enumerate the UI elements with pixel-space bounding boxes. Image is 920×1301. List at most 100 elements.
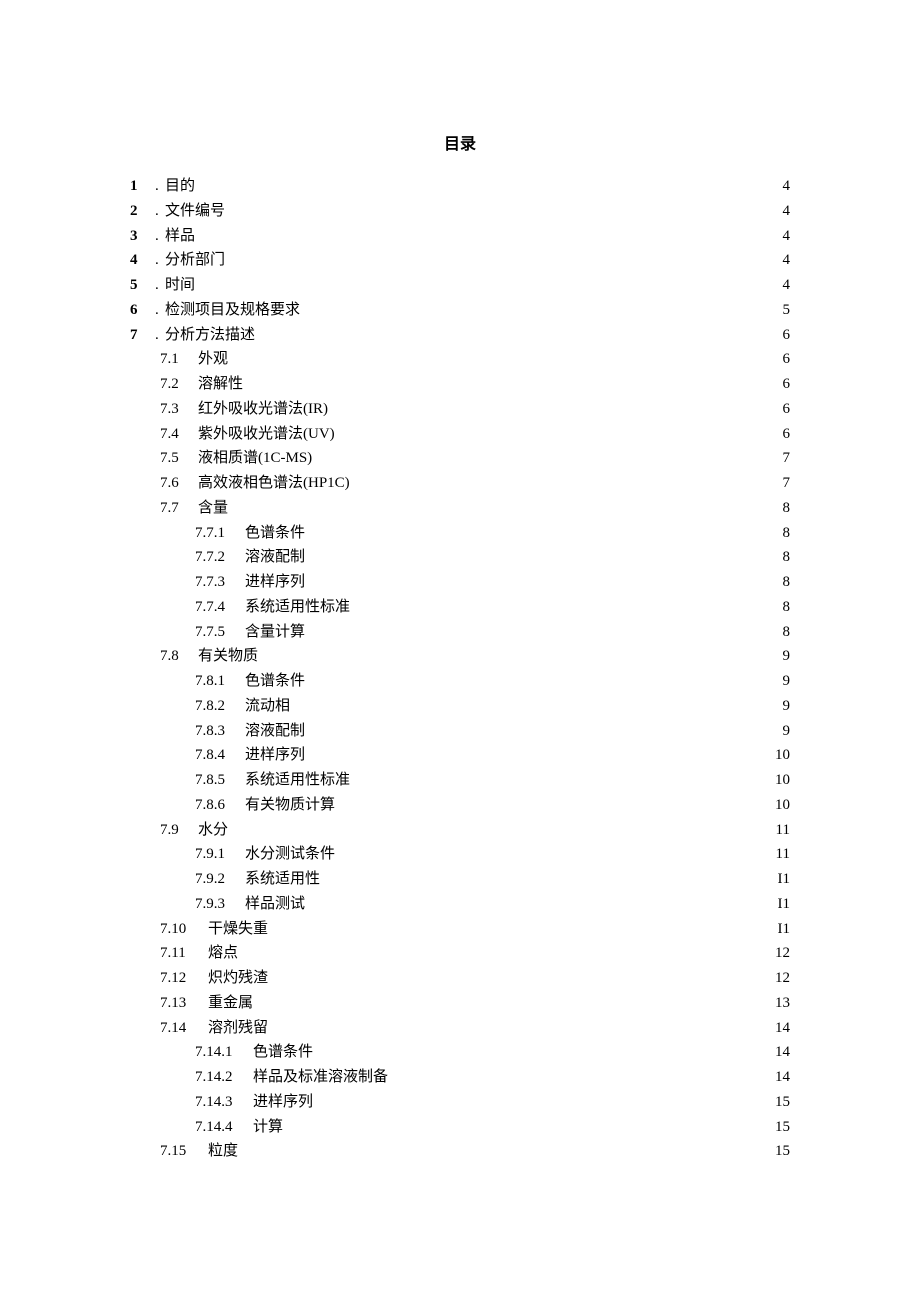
toc-page-number: 15 — [770, 1139, 790, 1164]
toc-title: 目录 — [130, 130, 790, 154]
toc-l2-number: 7.9 — [160, 818, 198, 843]
toc-l3-text: 进样序列 — [253, 1090, 313, 1115]
toc-row-l2: 7.3红外吸收光谱法(IR)6 — [130, 397, 790, 422]
toc-row-l3: 7.7.2溶液配制8 — [130, 545, 790, 570]
toc-row-l2: 7.14溶剂残留14 — [130, 1016, 790, 1041]
toc-l2-text: 液相质谱(1C-MS) — [198, 446, 312, 471]
toc-l2-number: 7.11 — [160, 941, 208, 966]
toc-l3-number: 7.9.3 — [195, 892, 245, 917]
toc-l3-text: 系统适用性 — [245, 867, 320, 892]
toc-l3-text: 样品及标准溶液制备 — [253, 1065, 388, 1090]
toc-l3-text: 系统适用性标准 — [245, 768, 350, 793]
toc-row-l3: 7.8.4进样序列10 — [130, 743, 790, 768]
toc-l2-text: 有关物质 — [198, 644, 258, 669]
toc-row-l2: 7.12炽灼残渣12 — [130, 966, 790, 991]
toc-page-number: 4 — [770, 199, 790, 224]
toc-l2-text: 粒度 — [208, 1139, 238, 1164]
toc-row-l3: 7.7.3进样序列8 — [130, 570, 790, 595]
toc-row-l2: 7.9水分11 — [130, 818, 790, 843]
toc-page-number: 13 — [770, 991, 790, 1016]
toc-dot: . — [155, 323, 165, 348]
toc-page-number: 7 — [770, 471, 790, 496]
toc-row-l2: 7.11熔点12 — [130, 941, 790, 966]
toc-row-l3: 7.14.1色谱条件14 — [130, 1040, 790, 1065]
toc-l2-number: 7.10 — [160, 917, 208, 942]
toc-l2-text: 重金属 — [208, 991, 253, 1016]
toc-page-number: 8 — [770, 595, 790, 620]
toc-l2-number: 7.5 — [160, 446, 198, 471]
toc-page-number: 7 — [770, 446, 790, 471]
toc-row-l3: 7.9.3样品测试I1 — [130, 892, 790, 917]
toc-page-number: 4 — [770, 174, 790, 199]
toc-l1-text: 分析部门 — [165, 248, 225, 273]
toc-page-number: 6 — [770, 422, 790, 447]
toc-l2-text: 紫外吸收光谱法(UV) — [198, 422, 335, 447]
toc-row-l2: 7.4紫外吸收光谱法(UV)6 — [130, 422, 790, 447]
toc-dot: . — [155, 248, 165, 273]
toc-l3-number: 7.9.2 — [195, 867, 245, 892]
toc-l1-number: 7 — [130, 323, 155, 348]
toc-l3-number: 7.7.4 — [195, 595, 245, 620]
toc-l3-text: 溶液配制 — [245, 719, 305, 744]
toc-l2-text: 溶解性 — [198, 372, 243, 397]
toc-row-l3: 7.9.1水分测试条件11 — [130, 842, 790, 867]
toc-row-l2: 7.1外观6 — [130, 347, 790, 372]
toc-l3-number: 7.14.3 — [195, 1090, 253, 1115]
toc-row-l3: 7.7.5含量计算8 — [130, 620, 790, 645]
toc-dot: . — [155, 224, 165, 249]
toc-l2-number: 7.2 — [160, 372, 198, 397]
toc-page-number: 4 — [770, 273, 790, 298]
table-of-contents: 1. 目的42.文件编号43.样品44.分析部门45.时间46.检测项目及规格要… — [130, 174, 790, 1164]
toc-l3-number: 7.8.2 — [195, 694, 245, 719]
toc-page-number: 11 — [770, 818, 790, 843]
toc-l3-number: 7.7.2 — [195, 545, 245, 570]
toc-page-number: 6 — [770, 372, 790, 397]
toc-l3-number: 7.8.1 — [195, 669, 245, 694]
toc-row-l3: 7.8.3溶液配制9 — [130, 719, 790, 744]
toc-l3-number: 7.14.2 — [195, 1065, 253, 1090]
toc-row-l3: 7.8.2流动相9 — [130, 694, 790, 719]
toc-l1-number: 5 — [130, 273, 155, 298]
toc-page-number: 6 — [770, 323, 790, 348]
toc-page-number: I1 — [770, 917, 790, 942]
toc-dot: . — [155, 199, 165, 224]
toc-l1-text: 文件编号 — [165, 199, 225, 224]
toc-l2-number: 7.7 — [160, 496, 198, 521]
toc-page-number: 14 — [770, 1065, 790, 1090]
toc-l1-number: 1 — [130, 174, 155, 199]
toc-l3-number: 7.8.4 — [195, 743, 245, 768]
toc-page-number: I1 — [770, 867, 790, 892]
toc-l3-text: 色谱条件 — [245, 521, 305, 546]
toc-row-l3: 7.9.2系统适用性 I1 — [130, 867, 790, 892]
toc-row-l3: 7.14.4计算15 — [130, 1115, 790, 1140]
toc-l1-number: 3 — [130, 224, 155, 249]
toc-l2-text: 高效液相色谱法(HP1C) — [198, 471, 350, 496]
toc-l3-number: 7.14.4 — [195, 1115, 253, 1140]
toc-row-l3: 7.8.5系统适用性标准10 — [130, 768, 790, 793]
toc-l3-number: 7.9.1 — [195, 842, 245, 867]
toc-l3-number: 7.7.5 — [195, 620, 245, 645]
toc-row-l3: 7.7.1色谱条件 8 — [130, 521, 790, 546]
toc-page-number: 15 — [770, 1090, 790, 1115]
toc-l1-text: 时间 — [165, 273, 195, 298]
toc-l3-text: 系统适用性标准 — [245, 595, 350, 620]
toc-page-number: 8 — [770, 521, 790, 546]
toc-page-number: 12 — [770, 941, 790, 966]
toc-row-l2: 7.2溶解性 6 — [130, 372, 790, 397]
toc-l1-number: 2 — [130, 199, 155, 224]
toc-l2-number: 7.15 — [160, 1139, 208, 1164]
toc-l3-number: 7.7.1 — [195, 521, 245, 546]
toc-row-l2: 7.10干燥失重I1 — [130, 917, 790, 942]
toc-l3-text: 进样序列 — [245, 743, 305, 768]
toc-page-number: 9 — [770, 719, 790, 744]
toc-l3-number: 7.14.1 — [195, 1040, 253, 1065]
toc-l1-number: 4 — [130, 248, 155, 273]
toc-l3-text: 含量计算 — [245, 620, 305, 645]
toc-row-l1: 4.分析部门4 — [130, 248, 790, 273]
toc-page-number: 5 — [770, 298, 790, 323]
toc-row-l2: 7.8有关物质9 — [130, 644, 790, 669]
toc-l3-text: 样品测试 — [245, 892, 305, 917]
toc-l3-text: 有关物质计算 — [245, 793, 335, 818]
toc-l3-text: 色谱条件 — [253, 1040, 313, 1065]
toc-l1-text: 目的 — [165, 174, 195, 199]
